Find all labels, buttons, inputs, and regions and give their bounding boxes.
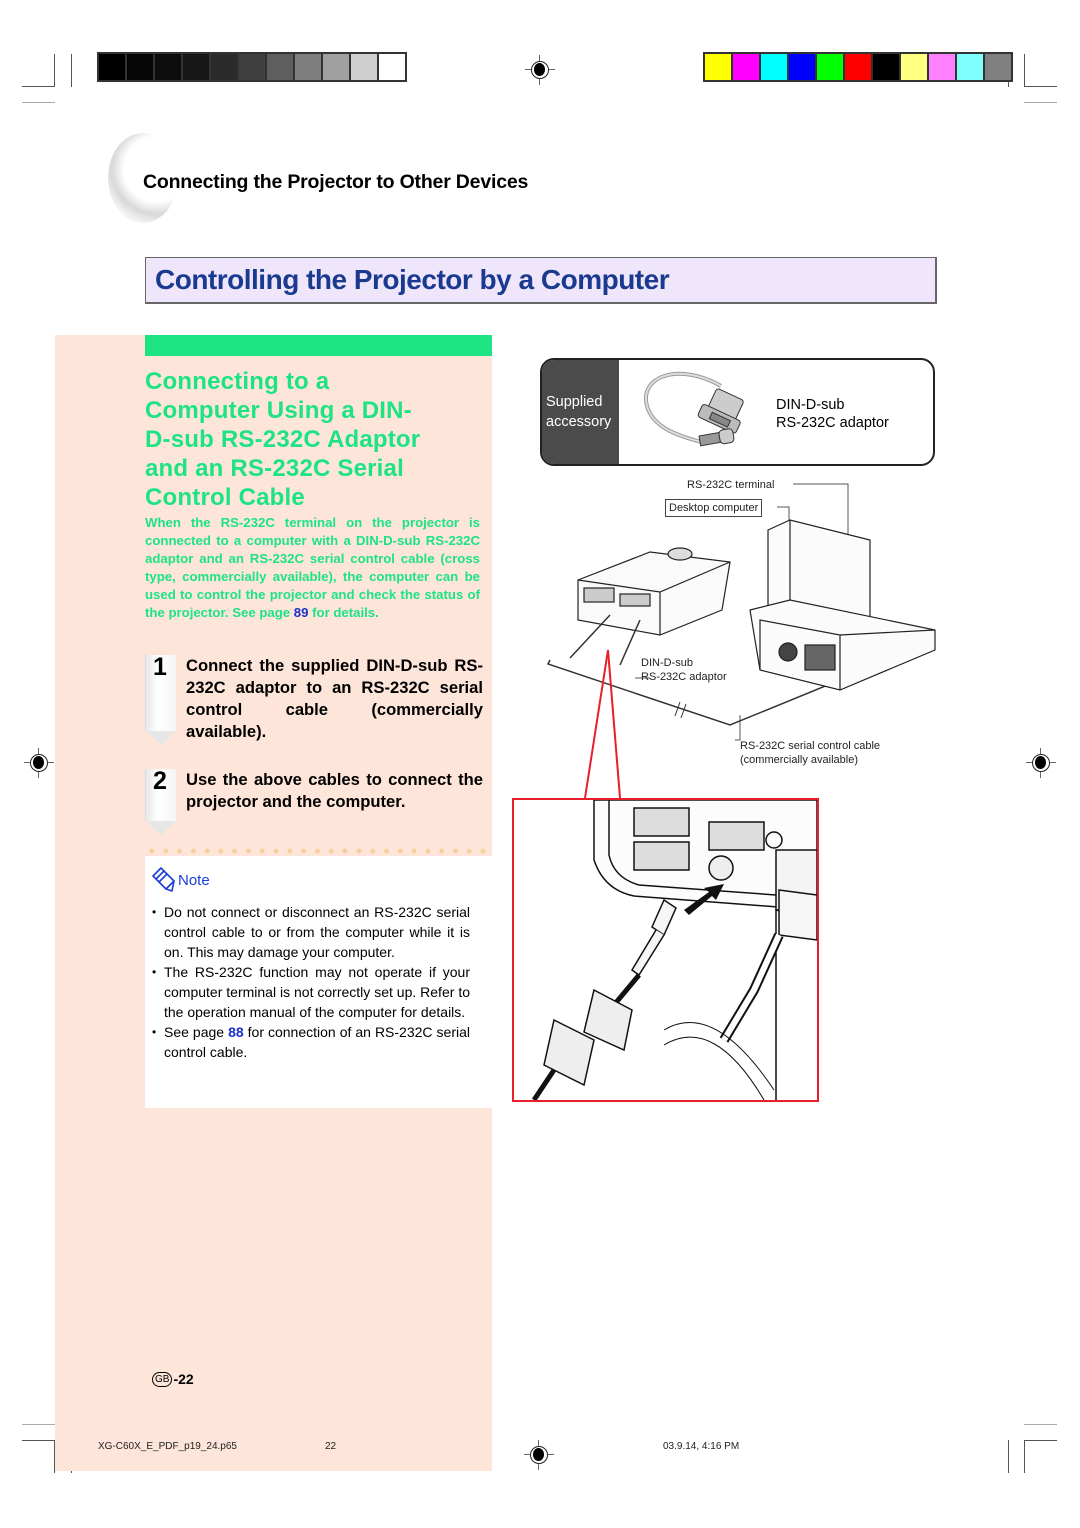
note-list: Do not connect or disconnect an RS-232C … [152,902,470,1062]
region-badge: GB [152,1371,173,1387]
color-calibration-bar [703,52,1013,82]
color-swatch [267,54,293,80]
crop-mark [71,54,72,87]
color-swatch [351,54,377,80]
color-swatch [789,54,815,80]
crop-mark [1024,1440,1025,1473]
color-swatch [761,54,787,80]
page-link-88[interactable]: 88 [228,1024,244,1040]
note-text: See page [164,1024,229,1040]
accessory-side-panel: Supplied accessory [542,360,619,464]
crop-mark [1008,1440,1009,1473]
color-swatch [957,54,983,80]
supplied-accessory-box: Supplied accessory DIN-D-sub RS-232C ada… [540,358,935,466]
label-serial-cable: RS-232C serial control cable (commercial… [740,739,880,767]
step-text: Use the above cables to connect the proj… [186,770,483,811]
registration-target-icon [1026,748,1056,778]
crop-mark [1024,1424,1057,1425]
desktop-computer-illustration [749,519,936,691]
crop-mark [22,102,55,103]
color-swatch [155,54,181,80]
label-line: RS-232C serial control cable [740,740,881,752]
label-rs232c-terminal: RS-232C terminal [687,479,775,491]
color-swatch [239,54,265,80]
color-swatch [733,54,759,80]
label-line: (commercially available) [740,754,858,766]
label-desktop-computer: Desktop computer [665,499,763,517]
projector-illustration [577,547,731,636]
label-line: DIN-D-sub [641,657,693,669]
heading-line: Computer Using a DIN- [145,397,412,424]
footer-file-name: XG-C60X_E_PDF_p19_24.p65 [98,1441,237,1452]
color-swatch [295,54,321,80]
crop-mark [1024,54,1025,87]
subsection-heading: Connecting to a Computer Using a DIN- D-… [145,367,490,512]
page-title: Controlling the Projector by a Computer [155,264,670,295]
accessory-name: DIN-D-sub RS-232C adaptor [776,396,889,432]
page-link-89[interactable]: 89 [294,605,309,620]
footer-file-page: 22 [325,1441,337,1452]
color-swatch [127,54,153,80]
crop-mark [22,1440,55,1441]
intro-text-end: for details. [308,605,379,620]
connection-detail-zoom [512,798,819,1102]
color-swatch [211,54,237,80]
crop-mark [22,86,55,87]
note-label: Note [178,872,210,889]
step-number: 1 [153,653,167,681]
pencil-icon [152,867,175,892]
label-line: RS-232C adaptor [776,415,889,431]
crop-mark [1024,86,1057,87]
heading-line: and an RS-232C Serial [145,455,404,482]
page-title-box: Controlling the Projector by a Computer [145,257,937,304]
heading-line: Connecting to a [145,368,330,395]
crop-mark [1024,102,1057,103]
registration-target-icon [24,748,54,778]
color-swatch [901,54,927,80]
registration-target-icon [525,55,555,85]
note-item: Do not connect or disconnect an RS-232C … [152,902,470,962]
color-swatch [985,54,1011,80]
crop-mark [22,1424,55,1425]
crop-mark [1024,1440,1057,1441]
color-swatch [379,54,405,80]
step-number: 2 [153,767,167,795]
accessory-side-label: Supplied accessory [546,392,611,432]
registration-target-icon [524,1440,554,1470]
color-swatch [99,54,125,80]
color-swatch [845,54,871,80]
crop-mark [54,54,55,87]
color-swatch [323,54,349,80]
page-number: GB -22 [152,1371,194,1387]
page-number-text: -22 [173,1371,194,1387]
dotted-divider [145,848,492,854]
din-dsub-adaptor-illustration [643,371,744,447]
grayscale-calibration-bar [97,52,407,82]
label-line: DIN-D-sub [776,397,845,413]
color-swatch [183,54,209,80]
intro-paragraph: When the RS-232C terminal on the project… [145,514,480,622]
color-swatch [817,54,843,80]
label-line: Supplied [546,394,603,410]
note-item: See page 88 for connection of an RS-232C… [152,1022,470,1062]
adaptor-connection-illustration [531,800,817,1100]
label-line: accessory [546,414,612,430]
note-item: The RS-232C function may not operate if … [152,962,470,1022]
step-text: Connect the supplied DIN-D-sub RS-232C a… [186,656,483,741]
color-swatch [929,54,955,80]
footer-timestamp: 03.9.14, 4:16 PM [663,1441,740,1452]
subsection-accent-bar [145,335,492,356]
label-din-dsub-adaptor: DIN-D-sub RS-232C adaptor [641,656,727,684]
section-title: Connecting the Projector to Other Device… [143,171,529,193]
heading-line: Control Cable [145,484,305,511]
color-swatch [873,54,899,80]
color-swatch [705,54,731,80]
heading-line: D-sub RS-232C Adaptor [145,426,421,453]
label-line: RS-232C adaptor [641,671,727,683]
